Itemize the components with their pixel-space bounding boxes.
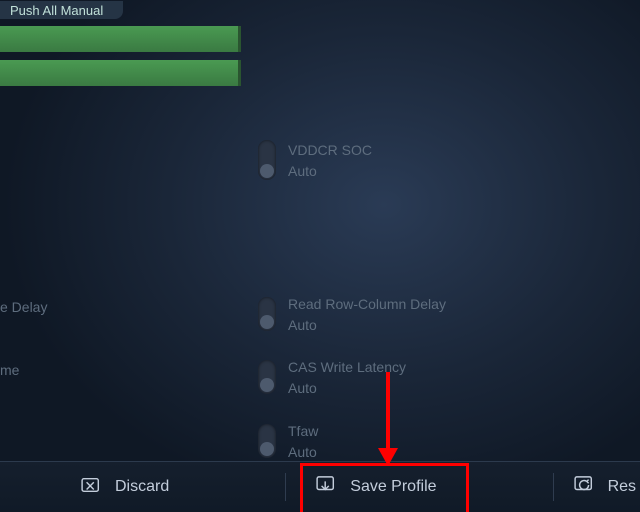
bar-1-fill	[0, 26, 241, 52]
toggle-vddcr-soc[interactable]	[258, 140, 276, 180]
toggle-tfaw[interactable]	[258, 424, 276, 458]
setting-value: Auto	[288, 163, 372, 179]
setting-value: Auto	[288, 444, 318, 460]
setting-label: VDDCR SOC	[288, 141, 372, 161]
setting-cas-write-latency: CAS Write Latency Auto	[258, 358, 406, 396]
bar-row-2[interactable]	[0, 60, 254, 86]
bar-2-fill	[0, 60, 241, 86]
root: Push All Manual VDDCR SOC Auto Read Row-…	[0, 0, 640, 512]
cut-left-e-delay: e Delay	[0, 299, 47, 315]
footer-bar: Discard Save Profile Res	[0, 461, 640, 512]
save-profile-button[interactable]: Save Profile	[300, 466, 452, 508]
setting-vddcr-soc: VDDCR SOC Auto	[258, 140, 372, 180]
reset-icon	[574, 476, 596, 499]
footer-divider-1	[285, 473, 286, 501]
bar-2-tail	[241, 60, 254, 86]
reset-label-fragment: Res	[608, 478, 636, 496]
tab-label: Push All Manual	[10, 3, 103, 18]
setting-value: Auto	[288, 317, 446, 333]
reset-button-partial[interactable]: Res	[558, 466, 640, 508]
save-icon	[316, 476, 338, 499]
setting-value: Auto	[288, 380, 406, 396]
tab-push-all-manual[interactable]: Push All Manual	[0, 1, 123, 19]
setting-tfaw: Tfaw Auto	[258, 422, 318, 460]
cut-left-me: me	[0, 362, 19, 378]
setting-read-row-column-delay: Read Row-Column Delay Auto	[258, 295, 446, 333]
bars-area	[0, 26, 254, 94]
footer-divider-2	[553, 473, 554, 501]
discard-icon	[81, 476, 103, 499]
discard-button[interactable]: Discard	[65, 466, 185, 508]
bar-1-tail	[241, 26, 254, 52]
setting-label: Tfaw	[288, 422, 318, 442]
bar-row-1[interactable]	[0, 26, 254, 52]
discard-label: Discard	[115, 478, 169, 496]
setting-label: CAS Write Latency	[288, 358, 406, 378]
save-profile-label: Save Profile	[350, 478, 436, 496]
toggle-read-rc[interactable]	[258, 297, 276, 331]
setting-label: Read Row-Column Delay	[288, 295, 446, 315]
tab-bar: Push All Manual	[0, 0, 640, 20]
toggle-cas-wl[interactable]	[258, 360, 276, 394]
